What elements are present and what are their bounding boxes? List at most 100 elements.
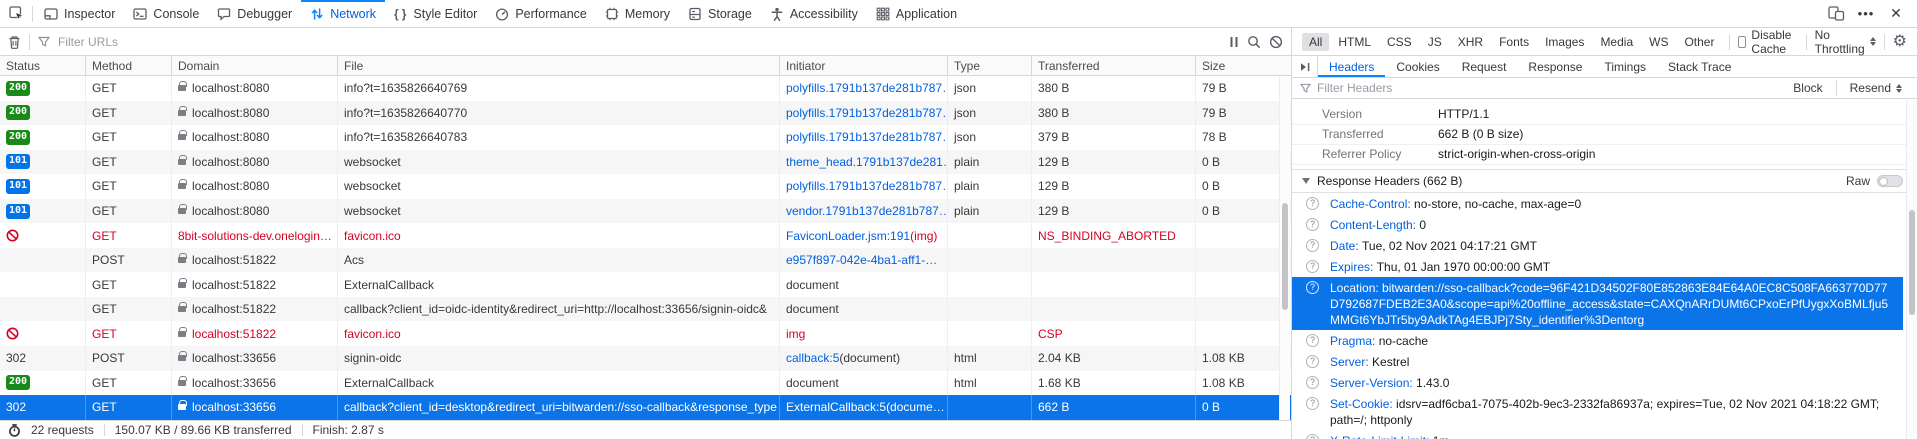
header-help-icon[interactable]: ? (1306, 197, 1319, 210)
resend-button[interactable]: Resend (1843, 81, 1909, 95)
header-help-icon[interactable]: ? (1306, 334, 1319, 347)
scrollbar-thumb[interactable] (1909, 210, 1915, 315)
initiator-link[interactable]: callback:5 (786, 351, 839, 365)
filter-media[interactable]: Media (1593, 33, 1640, 51)
disable-cache-checkbox[interactable]: Disable Cache (1738, 28, 1797, 56)
initiator-link[interactable]: polyfills.1791b137de281b787… (786, 179, 948, 193)
response-header-row[interactable]: ?Content-Length: 0 (1292, 214, 1903, 235)
filter-js[interactable]: JS (1421, 33, 1449, 51)
column-header-size[interactable]: Size (1196, 56, 1280, 75)
header-help-icon[interactable]: ? (1306, 397, 1319, 410)
filter-headers-input[interactable] (1317, 81, 1780, 95)
response-header-row[interactable]: ?Set-Cookie: idsrv=adf6cba1-7075-402b-9e… (1292, 393, 1903, 430)
initiator-link[interactable]: polyfills.1791b137de281b787… (786, 130, 948, 144)
performance-analysis-icon[interactable] (8, 424, 21, 437)
table-row[interactable]: GETlocalhost:51822callback?client_id=oid… (0, 297, 1291, 322)
tab-network[interactable]: Network (301, 0, 385, 27)
header-help-icon[interactable]: ? (1306, 355, 1319, 368)
tab-application[interactable]: Application (867, 0, 966, 27)
initiator-link[interactable]: ExternalCallback:5 (786, 400, 886, 414)
expand-details-pane-button[interactable] (1292, 56, 1318, 77)
response-header-row[interactable]: ?Pragma: no-cache (1292, 330, 1903, 351)
response-header-row[interactable]: ?Location: bitwarden://sso-callback?code… (1292, 277, 1903, 330)
column-header-transferred[interactable]: Transferred (1032, 56, 1196, 75)
throttling-select[interactable]: No Throttling (1815, 28, 1876, 56)
filter-xhr[interactable]: XHR (1451, 33, 1490, 51)
header-help-icon[interactable]: ? (1306, 376, 1319, 389)
initiator-link[interactable]: vendor.1791b137de281b787… (786, 204, 948, 218)
initiator-link[interactable]: FaviconLoader.jsm:191 (786, 229, 910, 243)
table-row[interactable]: GETlocalhost:51822favicon.icoimgCSP (0, 321, 1291, 346)
filter-all[interactable]: All (1302, 33, 1329, 51)
details-tab-cookies[interactable]: Cookies (1385, 56, 1450, 77)
column-header-domain[interactable]: Domain (172, 56, 338, 75)
more-options-icon[interactable]: ••• (1853, 2, 1879, 26)
pause-traffic-icon[interactable] (1229, 36, 1239, 48)
tab-memory[interactable]: Memory (596, 0, 679, 27)
response-header-row[interactable]: ?Date: Tue, 02 Nov 2021 04:17:21 GMT (1292, 235, 1903, 256)
header-help-icon[interactable]: ? (1306, 260, 1319, 273)
tab-inspector[interactable]: Inspector (35, 0, 124, 27)
initiator-link[interactable]: e957f897-042e-4ba1-aff1-… (786, 253, 937, 267)
close-devtools-icon[interactable]: ✕ (1883, 2, 1909, 26)
tab-performance[interactable]: Performance (486, 0, 596, 27)
response-header-row[interactable]: ?Server-Version: 1.43.0 (1292, 372, 1903, 393)
column-header-initiator[interactable]: Initiator (780, 56, 948, 75)
column-header-method[interactable]: Method (86, 56, 172, 75)
table-row[interactable]: GET8bit-solutions-dev.onelogin….favicon.… (0, 223, 1291, 248)
initiator-link[interactable]: polyfills.1791b137de281b787… (786, 81, 948, 95)
block-button[interactable]: Block (1786, 81, 1829, 95)
filter-html[interactable]: HTML (1331, 33, 1378, 51)
table-row[interactable]: 200GETlocalhost:8080info?t=1635826640770… (0, 101, 1291, 126)
response-header-row[interactable]: ?Expires: Thu, 01 Jan 1970 00:00:00 GMT (1292, 256, 1903, 277)
tab-accessibility[interactable]: Accessibility (761, 0, 867, 27)
table-row[interactable]: 101GETlocalhost:8080websocketvendor.1791… (0, 199, 1291, 224)
block-url-icon[interactable] (1269, 35, 1283, 49)
filter-ws[interactable]: WS (1642, 33, 1675, 51)
table-row[interactable]: 200GETlocalhost:8080info?t=1635826640769… (0, 76, 1291, 101)
tab-console[interactable]: Console (124, 0, 208, 27)
tab-style-editor[interactable]: { }Style Editor (385, 0, 486, 27)
initiator-link[interactable]: polyfills.1791b137de281b787… (786, 106, 948, 120)
response-headers-section[interactable]: Response Headers (662 B) Raw (1292, 169, 1917, 193)
column-header-type[interactable]: Type (948, 56, 1032, 75)
tab-storage[interactable]: Storage (679, 0, 761, 27)
table-row[interactable]: POSTlocalhost:51822Acse957f897-042e-4ba1… (0, 248, 1291, 273)
table-row[interactable]: 302GETlocalhost:33656callback?client_id=… (0, 395, 1291, 420)
network-settings-gear-icon[interactable]: ⚙ (1893, 34, 1907, 50)
details-tab-response[interactable]: Response (1517, 56, 1593, 77)
request-list-scrollbar[interactable] (1279, 76, 1290, 420)
column-header-file[interactable]: File (338, 56, 780, 75)
table-row[interactable]: 101GETlocalhost:8080websocketpolyfills.1… (0, 174, 1291, 199)
table-row[interactable]: 200GETlocalhost:33656ExternalCallbackdoc… (0, 371, 1291, 396)
response-header-row[interactable]: ?Server: Kestrel (1292, 351, 1903, 372)
header-help-icon[interactable]: ? (1306, 434, 1319, 439)
details-tab-stack-trace[interactable]: Stack Trace (1657, 56, 1742, 77)
responsive-design-mode-icon[interactable] (1823, 2, 1849, 26)
filter-css[interactable]: CSS (1380, 33, 1419, 51)
filter-images[interactable]: Images (1538, 33, 1591, 51)
details-scrollbar[interactable] (1906, 100, 1917, 439)
clear-requests-icon[interactable] (8, 35, 21, 49)
filter-other[interactable]: Other (1677, 33, 1721, 51)
search-icon[interactable] (1247, 35, 1261, 49)
node-picker-button[interactable] (4, 0, 30, 27)
table-row[interactable]: GETlocalhost:51822ExternalCallbackdocume… (0, 272, 1291, 297)
initiator-link[interactable]: theme_head.1791b137de281… (786, 155, 948, 169)
header-help-icon[interactable]: ? (1306, 218, 1319, 231)
filter-urls-input[interactable] (58, 35, 358, 49)
tab-debugger[interactable]: Debugger (208, 0, 301, 27)
response-header-row[interactable]: ?Cache-Control: no-store, no-cache, max-… (1292, 193, 1903, 214)
table-row[interactable]: 200GETlocalhost:8080info?t=1635826640783… (0, 125, 1291, 150)
table-row[interactable]: 101GETlocalhost:8080websockettheme_head.… (0, 150, 1291, 175)
details-tab-headers[interactable]: Headers (1318, 56, 1385, 77)
response-header-row[interactable]: ?X-Rate-Limit-Limit: 1m (1292, 430, 1903, 439)
details-tab-timings[interactable]: Timings (1593, 56, 1657, 77)
filter-fonts[interactable]: Fonts (1492, 33, 1536, 51)
header-help-icon[interactable]: ? (1306, 281, 1319, 294)
raw-toggle[interactable] (1877, 175, 1903, 187)
column-header-status[interactable]: Status (0, 56, 86, 75)
header-help-icon[interactable]: ? (1306, 239, 1319, 252)
scrollbar-thumb[interactable] (1282, 203, 1288, 310)
table-row[interactable]: 302POSTlocalhost:33656signin-oidccallbac… (0, 346, 1291, 371)
